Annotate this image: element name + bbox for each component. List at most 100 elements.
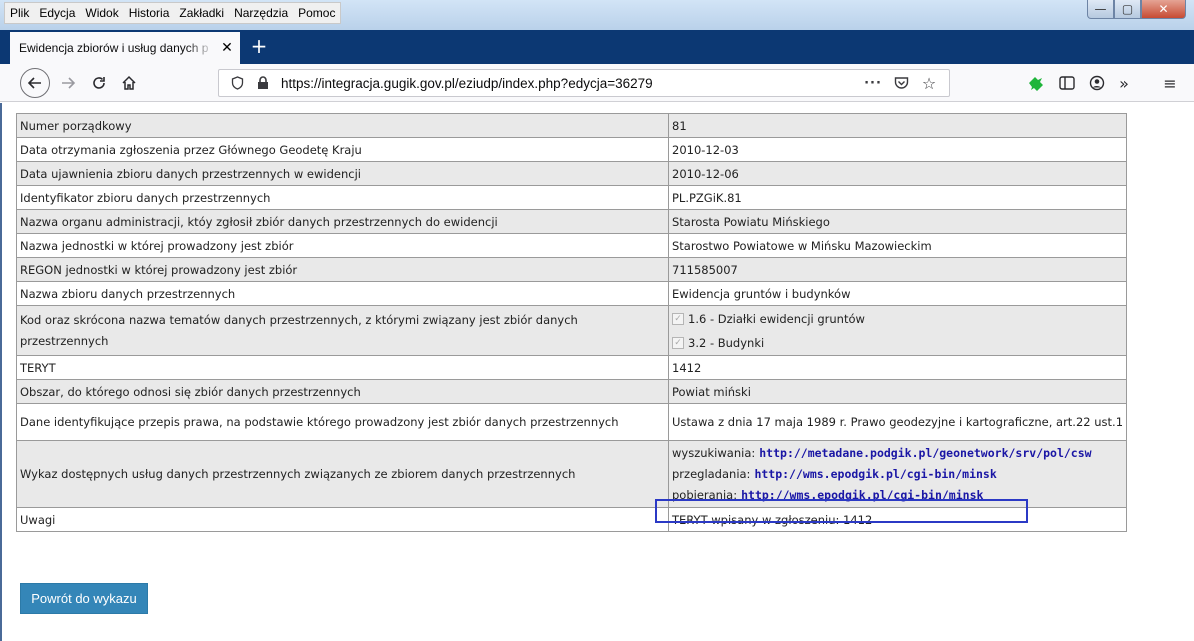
- row-services: wyszukiwania: http://metadane.podgik.pl/…: [668, 440, 1127, 508]
- forward-arrow-icon: [62, 77, 76, 89]
- url-bar[interactable]: https://integracja.gugik.gov.pl/eziudp/i…: [218, 69, 950, 97]
- theme-item: ✓ 1.6 - Działki ewidencji gruntów: [672, 307, 1123, 331]
- overflow-chevron-icon[interactable]: »: [1114, 73, 1134, 93]
- more-dots-icon[interactable]: ···: [864, 75, 881, 91]
- row-label: Uwagi: [16, 507, 669, 532]
- account-icon[interactable]: [1087, 73, 1107, 93]
- table-row: Dane identyfikujące przepis prawa, na po…: [16, 403, 1127, 441]
- service-item: pobierania: http://wms.epodgik.pl/cgi-bi…: [672, 485, 1123, 506]
- row-label: Wykaz dostępnych usług danych przestrzen…: [16, 440, 669, 508]
- table-row: Data otrzymania zgłoszenia przez Główneg…: [16, 137, 1127, 162]
- url-text[interactable]: https://integracja.gugik.gov.pl/eziudp/i…: [281, 76, 653, 91]
- lock-icon[interactable]: [255, 75, 271, 91]
- theme-label: 3.2 - Budynki: [688, 335, 765, 350]
- checkbox-checked-disabled: ✓: [672, 336, 684, 349]
- menu-plik[interactable]: Plik: [5, 3, 34, 23]
- table-row: TERYT 1412: [16, 355, 1127, 380]
- row-value: PL.PZGiK.81: [668, 185, 1127, 210]
- row-value: 81: [668, 113, 1127, 138]
- row-value: Ewidencja gruntów i budynków: [668, 281, 1127, 306]
- minimize-icon: —: [1094, 2, 1107, 16]
- table-row: REGON jednostki w której prowadzony jest…: [16, 257, 1127, 282]
- row-value: Starostwo Powiatowe w Mińsku Mazowieckim: [668, 233, 1127, 258]
- table-row: Uwagi TERYT wpisany w zgłoszeniu: 1412: [16, 507, 1127, 532]
- service-item: przegladania: http://wms.epodgik.pl/cgi-…: [672, 464, 1123, 485]
- row-value: 2010-12-03: [668, 137, 1127, 162]
- row-label: Obszar, do którego odnosi się zbiór dany…: [16, 379, 669, 404]
- menu-bar: Plik Edycja Widok Historia Zakładki Narz…: [4, 2, 342, 24]
- table-row: Obszar, do którego odnosi się zbiór dany…: [16, 379, 1127, 404]
- row-value: TERYT wpisany w zgłoszeniu: 1412: [668, 507, 1127, 532]
- reload-button[interactable]: [86, 70, 112, 96]
- close-icon: ✕: [1158, 2, 1169, 16]
- row-label: Numer porządkowy: [16, 113, 669, 138]
- theme-label: 1.6 - Działki ewidencji gruntów: [688, 311, 865, 326]
- close-window-button[interactable]: ✕: [1141, 0, 1186, 19]
- row-value: 2010-12-06: [668, 161, 1127, 186]
- tab-strip: Ewidencja zbiorów i usług danych p ✕ +: [0, 30, 1194, 64]
- tab-close-icon[interactable]: ✕: [219, 40, 235, 56]
- tab-active[interactable]: Ewidencja zbiorów i usług danych p ✕: [10, 32, 240, 64]
- table-row: Numer porządkowy 81: [16, 113, 1127, 138]
- back-button[interactable]: [20, 68, 50, 98]
- table-row: Nazwa jednostki w której prowadzony jest…: [16, 233, 1127, 258]
- row-label: Nazwa zbioru danych przestrzennych: [16, 281, 669, 306]
- sidebar-icon[interactable]: [1057, 73, 1077, 93]
- forward-button[interactable]: [55, 70, 81, 96]
- service-link-csw[interactable]: http://metadane.podgik.pl/geonetwork/srv…: [759, 446, 1091, 460]
- extension-icon[interactable]: [1026, 73, 1046, 93]
- row-label: TERYT: [16, 355, 669, 380]
- window-controls: — ▢ ✕: [1087, 0, 1186, 19]
- row-value: 711585007: [668, 257, 1127, 282]
- menu-narzedzia[interactable]: Narzędzia: [229, 3, 293, 23]
- home-button[interactable]: [116, 70, 142, 96]
- row-label: Data otrzymania zgłoszenia przez Główneg…: [16, 137, 669, 162]
- maximize-icon: ▢: [1121, 2, 1134, 16]
- table-row: Kod oraz skrócona nazwa tematów danych p…: [16, 305, 1127, 356]
- checkbox-checked-disabled: ✓: [672, 312, 684, 325]
- menu-edycja[interactable]: Edycja: [34, 3, 80, 23]
- row-value: 1412: [668, 355, 1127, 380]
- row-value: Ustawa z dnia 17 maja 1989 r. Prawo geod…: [668, 403, 1127, 441]
- home-icon: [122, 75, 136, 90]
- row-label: REGON jednostki w której prowadzony jest…: [16, 257, 669, 282]
- menu-historia[interactable]: Historia: [124, 3, 175, 23]
- row-label: Nazwa organu administracji, któy zgłosił…: [16, 209, 669, 234]
- table-row: Data ujawnienia zbioru danych przestrzen…: [16, 161, 1127, 186]
- bookmark-star-icon[interactable]: ☆: [921, 74, 937, 93]
- page-content: Numer porządkowy 81 Data otrzymania zgło…: [0, 103, 1194, 641]
- navigation-toolbar: https://integracja.gugik.gov.pl/eziudp/i…: [0, 64, 1194, 102]
- table-row: Identyfikator zbioru danych przestrzenny…: [16, 185, 1127, 210]
- reload-icon: [93, 77, 105, 89]
- menu-hamburger-icon[interactable]: ≡: [1160, 73, 1180, 93]
- row-label: Identyfikator zbioru danych przestrzenny…: [16, 185, 669, 210]
- row-label: Nazwa jednostki w której prowadzony jest…: [16, 233, 669, 258]
- table-row: Nazwa zbioru danych przestrzennych Ewide…: [16, 281, 1127, 306]
- service-link-wms-view[interactable]: http://wms.epodgik.pl/cgi-bin/minsk: [754, 467, 996, 481]
- menu-pomoc[interactable]: Pomoc: [293, 3, 340, 23]
- service-type: wyszukiwania:: [672, 446, 756, 460]
- dataset-details-table: Numer porządkowy 81 Data otrzymania zgło…: [16, 113, 1127, 532]
- service-link-wms-download[interactable]: http://wms.epodgik.pl/cgi-bin/minsk: [741, 488, 983, 502]
- tab-title: Ewidencja zbiorów i usług danych p: [19, 41, 209, 55]
- table-row: Wykaz dostępnych usług danych przestrzen…: [16, 440, 1127, 508]
- theme-item: ✓ 3.2 - Budynki: [672, 331, 1123, 355]
- row-value: Powiat miński: [668, 379, 1127, 404]
- maximize-button[interactable]: ▢: [1114, 0, 1141, 19]
- menu-zakladki[interactable]: Zakładki: [174, 3, 229, 23]
- service-type: przegladania:: [672, 467, 751, 481]
- service-type: pobierania:: [672, 488, 738, 502]
- shield-icon[interactable]: [229, 75, 245, 91]
- table-row: Nazwa organu administracji, któy zgłosił…: [16, 209, 1127, 234]
- row-label: Data ujawnienia zbioru danych przestrzen…: [16, 161, 669, 186]
- row-value: Starosta Powiatu Mińskiego: [668, 209, 1127, 234]
- minimize-button[interactable]: —: [1087, 0, 1114, 19]
- back-to-list-button[interactable]: Powrót do wykazu: [20, 583, 148, 614]
- row-label: Kod oraz skrócona nazwa tematów danych p…: [16, 305, 669, 356]
- window-titlebar: Plik Edycja Widok Historia Zakładki Narz…: [0, 0, 1194, 30]
- menu-widok[interactable]: Widok: [80, 3, 123, 23]
- new-tab-button[interactable]: +: [248, 36, 270, 56]
- pocket-icon[interactable]: [893, 75, 909, 91]
- row-themes: ✓ 1.6 - Działki ewidencji gruntów ✓ 3.2 …: [668, 305, 1127, 356]
- row-label: Dane identyfikujące przepis prawa, na po…: [16, 403, 669, 441]
